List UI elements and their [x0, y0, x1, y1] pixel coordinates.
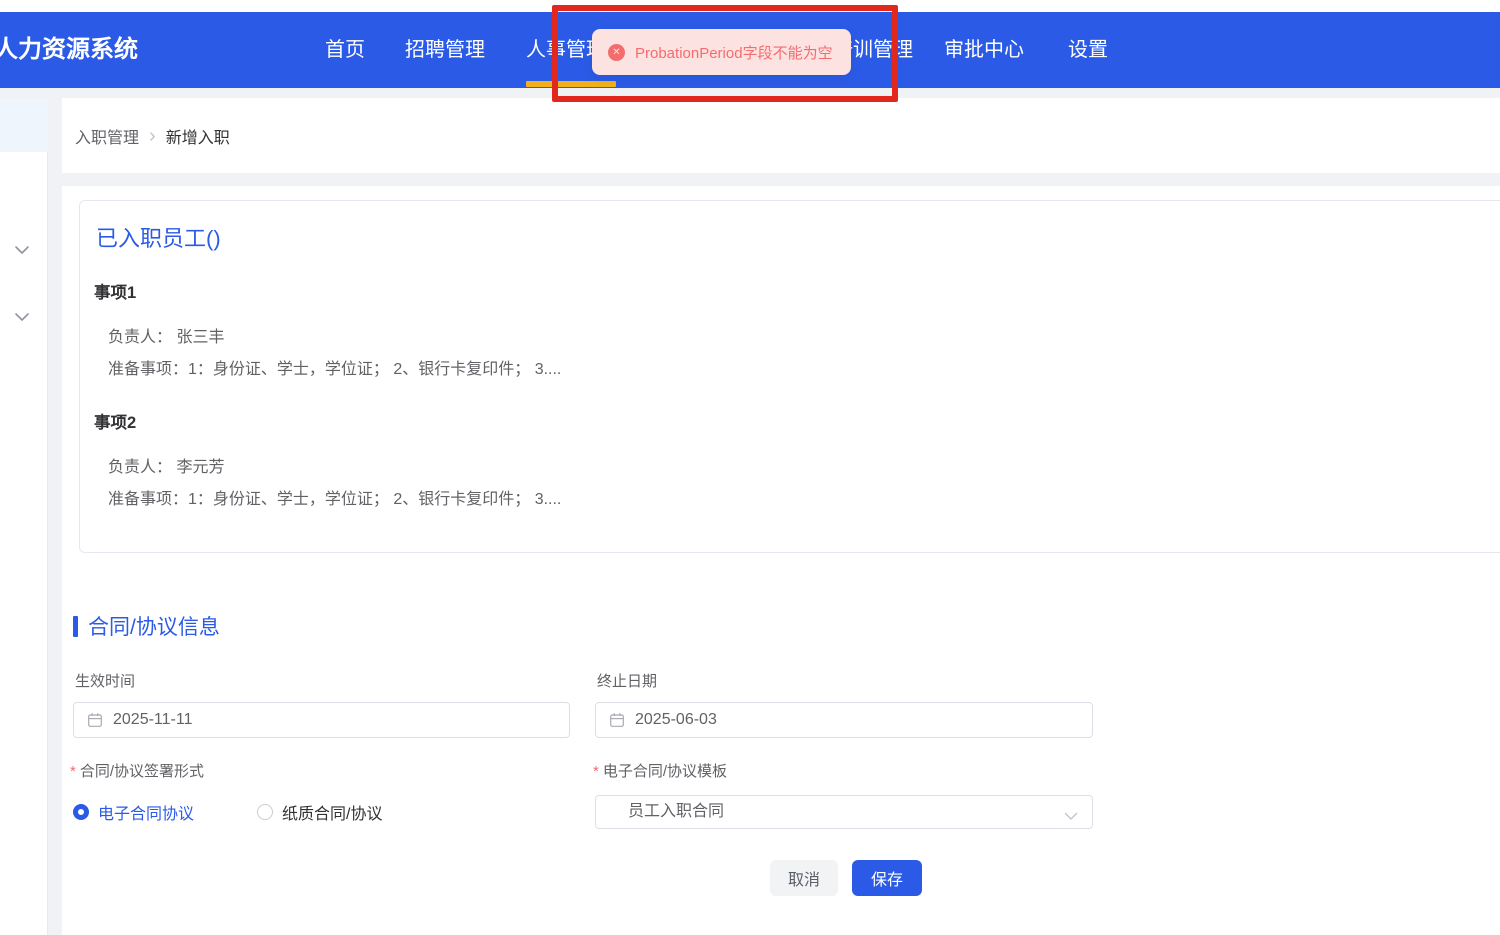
breadcrumb: 入职管理 › 新增入职: [62, 98, 1500, 173]
effective-date-value: 2025-11-11: [113, 711, 193, 728]
sidebar-active-item[interactable]: [0, 98, 48, 152]
template-label: * 电子合同/协议模板: [593, 760, 727, 781]
error-circle-icon: ✕: [608, 43, 625, 61]
radio-paper-contract[interactable]: 纸质合同/协议: [257, 800, 382, 824]
item2-owner: 负责人： 李元芳: [108, 459, 225, 476]
effective-date-label: 生效时间: [75, 673, 136, 690]
item1-owner: 负责人： 张三丰: [108, 329, 225, 346]
calendar-icon: [88, 713, 102, 727]
template-label-text: 电子合同/协议模板: [602, 763, 728, 780]
card-title: 已入职员工(): [96, 226, 221, 251]
chevron-down-icon: [1064, 808, 1078, 826]
item1-heading: 事项1: [94, 284, 137, 302]
section-title: 合同/协议信息: [73, 611, 220, 641]
radio-electronic-contract[interactable]: 电子合同协议: [73, 800, 194, 824]
radio-paper-label: 纸质合同/协议: [282, 806, 383, 823]
item2-heading: 事项2: [94, 414, 137, 432]
section-title-text: 合同/协议信息: [88, 616, 220, 639]
sidebar: [0, 98, 48, 935]
nav-item-recruitment[interactable]: 招聘管理: [405, 12, 485, 88]
cancel-button[interactable]: 取消: [770, 860, 838, 896]
required-asterisk: *: [70, 763, 76, 780]
chevron-down-icon[interactable]: [14, 312, 30, 322]
sign-type-radio-group: 电子合同协议 纸质合同/协议: [73, 800, 382, 824]
error-toast: ✕ ProbationPeriod字段不能为空: [592, 29, 851, 75]
sign-type-label: * 合同/协议签署形式: [70, 760, 204, 781]
save-button[interactable]: 保存: [852, 860, 922, 896]
radio-unselected-icon: [257, 804, 274, 820]
toast-message: ProbationPeriod字段不能为空: [635, 44, 833, 62]
effective-date-input[interactable]: 2025-11-11: [73, 702, 570, 738]
template-select[interactable]: 员工入职合同: [595, 795, 1093, 829]
item2-preparation: 准备事项：1：身份证、学士，学位证； 2、银行卡复印件； 3....: [108, 491, 562, 508]
nav-item-approval[interactable]: 审批中心: [944, 12, 1024, 88]
radio-selected-icon: [73, 804, 89, 820]
breadcrumb-separator-icon: ›: [149, 124, 156, 147]
template-select-value: 员工入职合同: [628, 803, 725, 820]
nav-item-settings[interactable]: 设置: [1068, 12, 1108, 88]
breadcrumb-item-onboarding[interactable]: 入职管理: [75, 124, 139, 148]
content-panel: 已入职员工() 事项1 负责人： 张三丰 准备事项：1：身份证、学士，学位证； …: [62, 186, 1500, 935]
top-strip: [0, 0, 1500, 12]
section-title-bar: [73, 615, 78, 637]
item1-preparation: 准备事项：1：身份证、学士，学位证； 2、银行卡复印件； 3....: [108, 361, 562, 378]
end-date-value: 2025-06-03: [635, 711, 717, 728]
end-date-input[interactable]: 2025-06-03: [595, 702, 1093, 738]
hr-system-screen: 人力资源系统 首页 招聘管理 人事管理 培训管理 审批中心 设置 ✕ Proba…: [0, 0, 1500, 935]
active-tab-underline: [526, 81, 616, 87]
radio-electronic-label: 电子合同协议: [98, 806, 195, 823]
calendar-icon: [610, 713, 624, 727]
app-title: 人力资源系统: [0, 36, 138, 63]
nav-item-home[interactable]: 首页: [325, 12, 365, 88]
sign-type-label-text: 合同/协议签署形式: [79, 763, 205, 780]
required-asterisk: *: [593, 763, 599, 780]
employee-card: 已入职员工() 事项1 负责人： 张三丰 准备事项：1：身份证、学士，学位证； …: [79, 200, 1500, 553]
breadcrumb-item-new-onboarding: 新增入职: [165, 129, 230, 147]
chevron-down-icon[interactable]: [14, 245, 30, 255]
end-date-label: 终止日期: [597, 673, 658, 690]
